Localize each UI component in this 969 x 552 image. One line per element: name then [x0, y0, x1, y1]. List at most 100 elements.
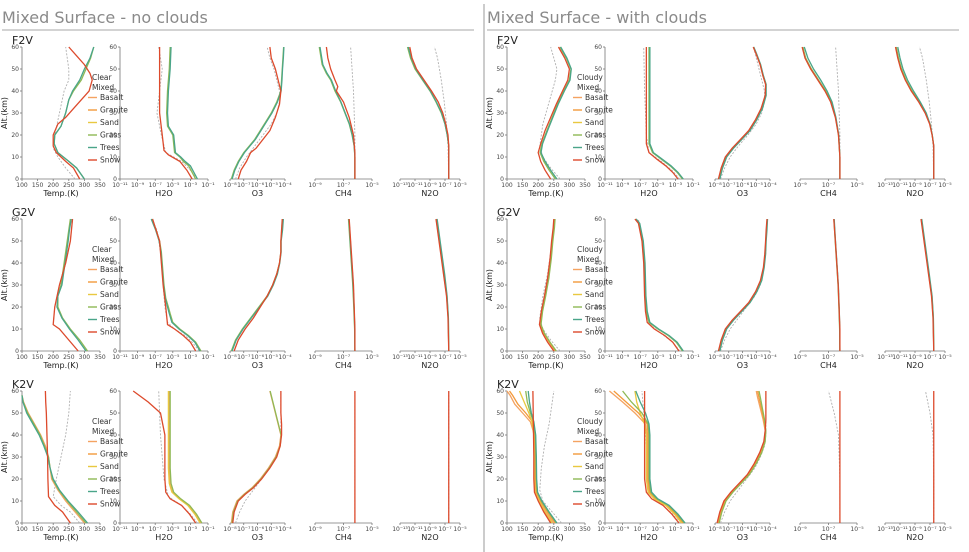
legend-label-trees: Trees: [99, 487, 120, 496]
x-tick-label: 10⁻⁸: [223, 182, 237, 189]
x-tick-label: 10⁻⁸: [708, 526, 722, 533]
x-tick-label: 10⁻⁵: [265, 182, 279, 189]
x-tick-label: 10⁻⁹: [793, 182, 807, 189]
x-tick-label: 10⁻⁷: [149, 354, 163, 361]
x-axis-label: H2O: [155, 361, 172, 370]
y-tick-label: 60: [11, 388, 19, 395]
series-trees: [166, 46, 199, 180]
y-tick-label: 30: [11, 454, 19, 461]
x-tick-label: 200: [532, 182, 544, 189]
legend-header: Cloudy: [577, 245, 603, 254]
x-tick-label: 100: [16, 182, 28, 189]
x-axis-label: H2O: [155, 533, 172, 542]
series-grass: [718, 390, 767, 524]
x-tick-label: 10⁻⁷: [722, 526, 736, 533]
y-tick-label: 30: [109, 454, 117, 461]
x-tick-label: 10⁻¹¹: [112, 354, 128, 361]
y-tick-label: 20: [496, 304, 504, 311]
y-axis-label: Alt.(km): [0, 97, 9, 129]
y-tick-label: 40: [496, 432, 504, 439]
y-tick-label: 20: [496, 132, 504, 139]
y-tick-label: 50: [109, 66, 117, 73]
y-tick-label: 40: [109, 432, 117, 439]
series-trees: [319, 46, 356, 179]
x-tick-label: 10⁻¹³: [877, 354, 893, 361]
x-axis-label: CH4: [820, 361, 837, 370]
x-axis-label: H2O: [640, 533, 657, 542]
x-tick-label: 10⁻¹¹: [597, 354, 613, 361]
x-tick-label: 10⁻⁵: [938, 526, 952, 533]
y-tick-label: 60: [109, 216, 117, 223]
legend: ClearMixedBasaltGraniteSandGrassTreesSno…: [88, 73, 128, 165]
reference-profile: [235, 391, 282, 524]
x-tick-label: 10⁻⁹: [793, 526, 807, 533]
x-tick-label: 10⁻⁷: [634, 526, 648, 533]
legend-label-trees: Trees: [584, 143, 605, 152]
x-axis-label: O3: [252, 361, 263, 370]
x-tick-label: 10⁻⁹: [308, 526, 322, 533]
temperature-plot: 0102030405060100 150 200 250 300 350Alt.(km)T…: [0, 388, 106, 542]
series-snow: [409, 46, 450, 179]
legend-label-trees: Trees: [584, 315, 605, 324]
gas-plot-ch4: 10⁻⁹ 10⁻⁷ 10⁻⁵ CH4: [793, 46, 864, 198]
x-tick-label: 10⁻¹: [686, 526, 700, 533]
row-g2v: G2V0102030405060100 150 200 250 300 350Alt.(k…: [485, 206, 952, 370]
x-tick-label: 150: [517, 354, 529, 361]
x-tick-label: 10⁻¹: [201, 354, 215, 361]
x-tick-label: 300: [79, 182, 91, 189]
series-trees: [53, 46, 95, 180]
series-granite: [508, 390, 556, 524]
x-tick-label: 200: [47, 526, 59, 533]
reference-profile: [52, 218, 79, 352]
reference-profile: [435, 218, 450, 352]
x-tick-label: 10⁻⁵: [265, 354, 279, 361]
x-tick-label: 350: [94, 354, 106, 361]
y-axis-label: Alt.(km): [485, 441, 494, 473]
x-tick-label: 10⁻⁹: [616, 354, 630, 361]
x-tick-label: 300: [79, 354, 91, 361]
y-tick-label: 30: [11, 110, 19, 117]
x-axis-label: CH4: [820, 533, 837, 542]
gas-plot-o3: 10⁻⁸ 10⁻⁷ 10⁻⁶ 10⁻⁵ 10⁻⁴ O3: [223, 218, 292, 370]
x-tick-label: 10⁻¹¹: [407, 526, 423, 533]
y-tick-label: 60: [109, 44, 117, 51]
gas-plot-n2o: 10⁻¹³ 10⁻¹¹ 10⁻⁹ 10⁻⁷ 10⁻⁵ N2O: [392, 46, 467, 198]
series-snow: [538, 218, 555, 352]
x-axis-label: N2O: [906, 189, 923, 198]
y-tick-label: 40: [594, 432, 602, 439]
x-tick-label: 10⁻⁵: [365, 182, 379, 189]
series-trees: [635, 218, 684, 352]
x-tick-label: 10⁻¹¹: [892, 354, 908, 361]
y-tick-label: 10: [109, 498, 117, 505]
x-tick-label: 10⁻⁷: [438, 182, 452, 189]
y-tick-label: 20: [594, 304, 602, 311]
figure: Mixed Surface - no cloudsF2V010203040506…: [0, 4, 959, 552]
x-tick-label: 200: [47, 354, 59, 361]
x-tick-label: 10⁻⁵: [750, 182, 764, 189]
y-tick-label: 60: [496, 388, 504, 395]
row-k2v: K2V0102030405060100 150 200 250 300 350Alt.(k…: [485, 378, 952, 542]
y-tick-label: 10: [496, 154, 504, 161]
series-basalt: [230, 390, 282, 524]
gas-plot-n2o: 10⁻¹³ 10⁻¹¹ 10⁻⁹ 10⁻⁷ 10⁻⁵ N2O: [392, 391, 467, 542]
x-axis-label: Temp.(K): [42, 533, 78, 542]
x-axis-label: CH4: [335, 361, 352, 370]
x-tick-label: 10⁻⁴: [763, 526, 777, 533]
series-snow: [151, 218, 197, 352]
legend: ClearMixedBasaltGraniteSandGrassTreesSno…: [88, 417, 128, 509]
x-tick-label: 350: [579, 526, 591, 533]
y-tick-label: 10: [109, 326, 117, 333]
x-tick-label: 10⁻¹¹: [597, 182, 613, 189]
y-tick-label: 30: [109, 110, 117, 117]
x-tick-label: 10⁻⁷: [237, 526, 251, 533]
gas-plot-n2o: 10⁻¹³ 10⁻¹¹ 10⁻⁹ 10⁻⁷ 10⁻⁵ N2O: [877, 46, 952, 198]
series-trees: [649, 47, 684, 180]
legend-header: Clear: [92, 417, 113, 426]
y-tick-label: 50: [496, 238, 504, 245]
x-tick-label: 350: [94, 182, 106, 189]
x-tick-label: 10⁻³: [184, 354, 198, 361]
y-tick-label: 50: [11, 238, 19, 245]
series-sand: [167, 391, 201, 524]
gas-plot-o3: 10⁻⁸ 10⁻⁷ 10⁻⁶ 10⁻⁵ 10⁻⁴ O3: [223, 390, 292, 542]
y-tick-label: 20: [109, 132, 117, 139]
